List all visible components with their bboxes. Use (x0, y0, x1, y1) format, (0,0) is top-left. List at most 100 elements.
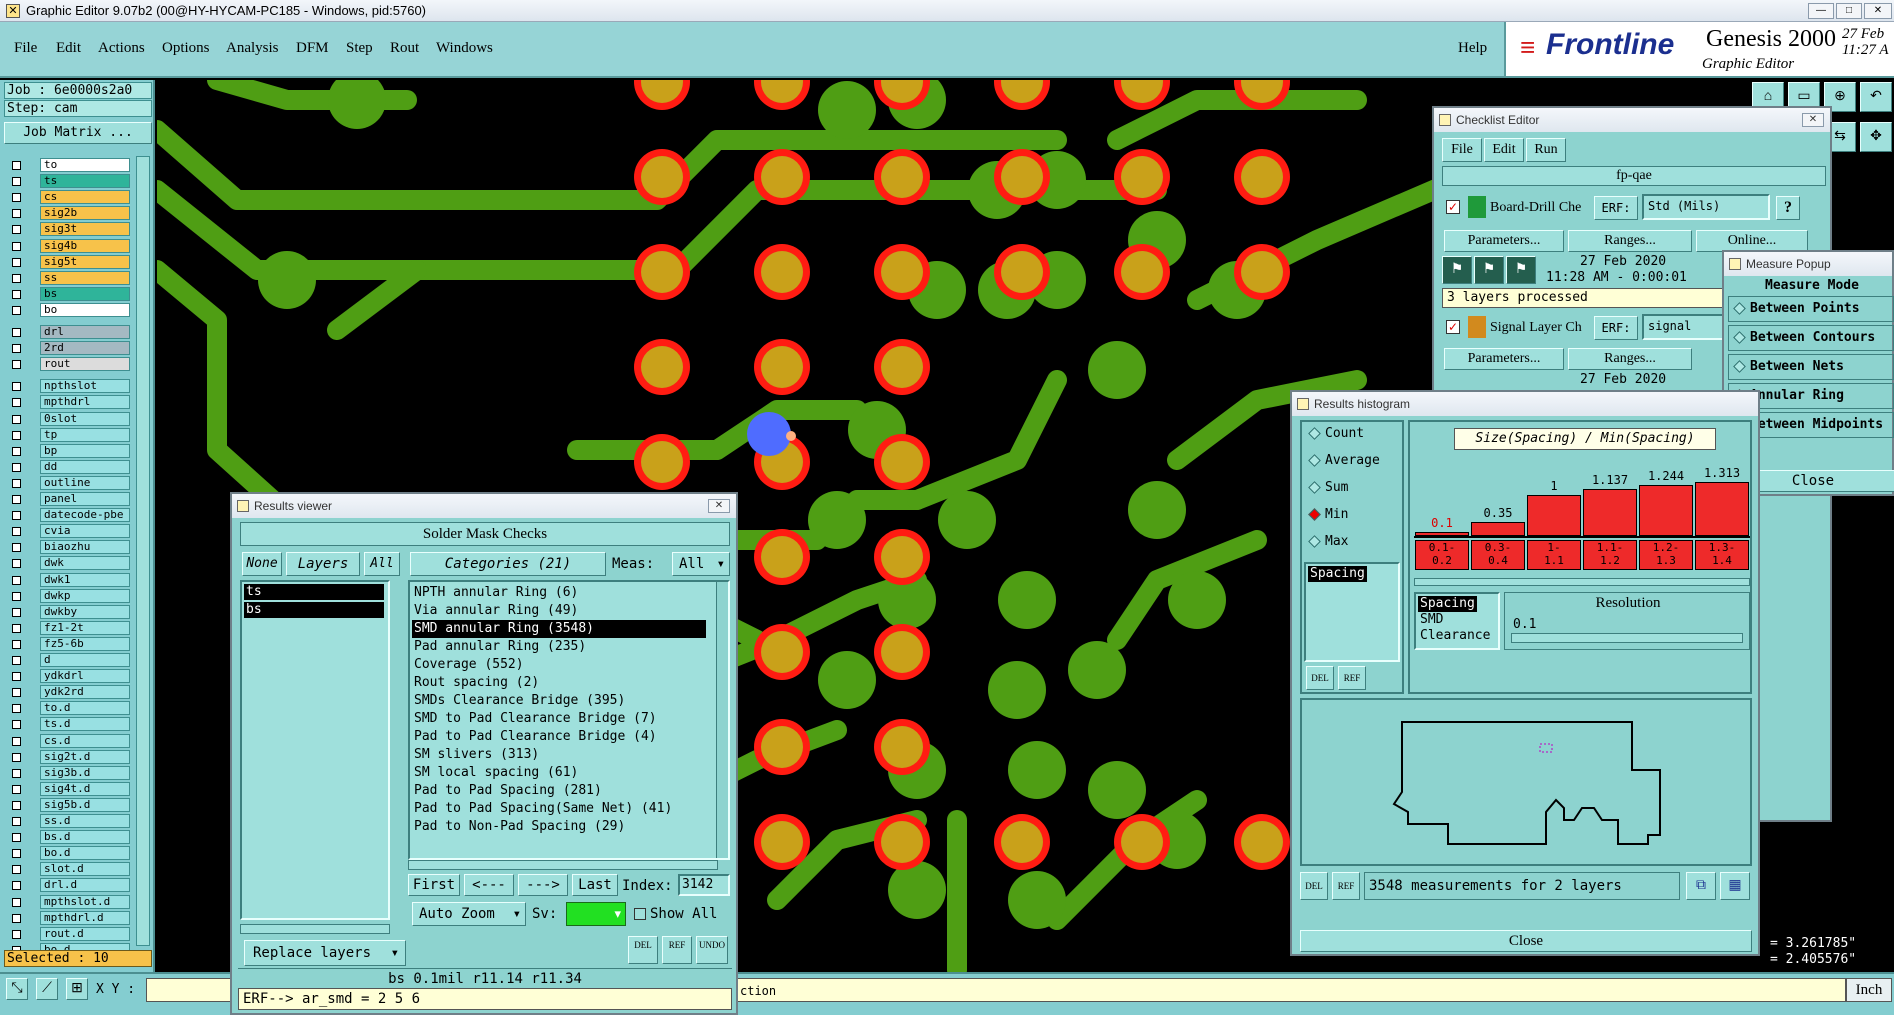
layers-button[interactable]: Layers (286, 552, 360, 576)
layer-checkbox[interactable] (12, 161, 21, 170)
layer-checkbox[interactable] (12, 752, 21, 762)
layer-row[interactable]: ss (8, 270, 130, 285)
layer-checkbox[interactable] (12, 591, 21, 601)
pad[interactable] (1121, 821, 1163, 863)
menu-step[interactable]: Step (346, 40, 373, 57)
pad[interactable] (1241, 251, 1283, 293)
layer-row[interactable]: outline (8, 475, 130, 490)
layer-row[interactable]: d (8, 653, 130, 667)
histogram-mode-radio[interactable]: Min (1308, 507, 1348, 522)
layer-row[interactable]: mpthslot.d (8, 894, 130, 909)
menu-dfm[interactable]: DFM (296, 40, 329, 57)
layer-row[interactable]: bo (8, 302, 130, 317)
layer-checkbox[interactable] (12, 344, 21, 354)
del-button[interactable]: DEL (1300, 872, 1328, 900)
pad[interactable] (1001, 156, 1043, 198)
layer-checkbox[interactable] (12, 865, 21, 875)
layer-checkbox[interactable] (12, 382, 21, 392)
layer-checkbox[interactable] (12, 768, 21, 778)
pad[interactable] (641, 441, 683, 483)
layer-row[interactable]: npthslot (8, 379, 130, 394)
category-item[interactable]: Via annular Ring (49) (412, 602, 580, 620)
pad[interactable] (881, 346, 923, 388)
layer-row[interactable]: cs (8, 190, 130, 205)
layer-row[interactable]: rout.d (8, 926, 130, 941)
menu-analysis[interactable]: Analysis (226, 40, 279, 57)
field-type-item[interactable]: Clearance (1418, 628, 1492, 644)
prev-button[interactable]: <--- (464, 874, 514, 896)
maximize-button[interactable]: □ (1836, 3, 1862, 19)
layer-row[interactable]: bp (8, 443, 130, 458)
layer-row[interactable]: to (8, 158, 130, 172)
layer-row[interactable]: fz5-6b (8, 636, 130, 651)
job-matrix-button[interactable]: Job Matrix ... (4, 122, 152, 144)
pad[interactable] (881, 251, 923, 293)
pad[interactable] (881, 156, 923, 198)
histogram-mode-radio[interactable]: Sum (1308, 480, 1348, 495)
category-item[interactable]: SM slivers (313) (412, 746, 541, 764)
menu-rout[interactable]: Rout (390, 40, 419, 57)
next-button[interactable]: ---> (518, 874, 568, 896)
chart-icon[interactable]: ▦ (1720, 872, 1750, 900)
item-checkbox[interactable]: ✓ (1446, 320, 1460, 334)
field-list-item[interactable]: Spacing (1308, 566, 1367, 582)
layer-checkbox[interactable] (12, 257, 21, 267)
category-item[interactable]: Rout spacing (2) (412, 674, 541, 692)
pad[interactable] (881, 631, 923, 673)
field-type-item[interactable]: Spacing (1418, 596, 1477, 612)
layer-checkbox[interactable] (12, 784, 21, 794)
layer-row[interactable]: cvia (8, 524, 130, 539)
layer-row[interactable]: tp (8, 427, 130, 442)
checklist-menu-edit[interactable]: Edit (1484, 138, 1524, 162)
layer-checkbox[interactable] (12, 800, 21, 810)
pad[interactable] (881, 536, 923, 578)
layer-hscrollbar[interactable] (240, 924, 390, 934)
layer-row[interactable]: sig4t.d (8, 781, 130, 796)
parameters-button[interactable]: Parameters... (1444, 348, 1564, 370)
field-type-item[interactable]: SMD (1418, 612, 1445, 628)
pad[interactable] (881, 441, 923, 483)
layer-checkbox[interactable] (12, 478, 21, 488)
layer-row[interactable]: sig2t.d (8, 749, 130, 764)
layer-row[interactable]: sig5b.d (8, 797, 130, 812)
layer-checkbox[interactable] (12, 704, 21, 714)
viewer-ref-button[interactable]: REF (662, 936, 692, 964)
layer-checkbox[interactable] (12, 398, 21, 408)
layer-row[interactable]: ts (8, 174, 130, 189)
menu-options[interactable]: Options (162, 40, 210, 57)
layer-checkbox[interactable] (12, 639, 21, 649)
pad[interactable] (761, 631, 803, 673)
last-button[interactable]: Last (572, 874, 618, 896)
pan-icon[interactable]: ✥ (1860, 122, 1892, 152)
layer-checkbox[interactable] (12, 209, 21, 219)
categories-button[interactable]: Categories (21) (410, 552, 606, 576)
layer-checkbox[interactable] (12, 328, 21, 337)
export-icon[interactable]: ⧉ (1686, 872, 1716, 900)
pad[interactable] (1001, 821, 1043, 863)
pad[interactable] (1241, 821, 1283, 863)
category-item[interactable]: Pad to Pad Clearance Bridge (4) (412, 728, 659, 746)
category-item[interactable]: SMD annular Ring (3548) (412, 620, 706, 638)
layer-row[interactable]: dwk1 (8, 572, 130, 587)
highlighted-pad[interactable] (747, 412, 791, 456)
ranges-button[interactable]: Ranges... (1568, 230, 1692, 252)
histogram-mode-radio[interactable]: Average (1308, 453, 1380, 468)
layer-row[interactable]: sig4b (8, 238, 130, 253)
histogram-mode-radio[interactable]: Count (1308, 426, 1364, 441)
category-item[interactable]: NPTH annular Ring (6) (412, 584, 580, 602)
layer-row[interactable]: to.d (8, 701, 130, 716)
menu-help[interactable]: Help (1458, 40, 1487, 57)
pad[interactable] (1001, 251, 1043, 293)
category-item[interactable]: SMDs Clearance Bridge (395) (412, 692, 627, 710)
layer-checkbox[interactable] (12, 446, 21, 456)
pad[interactable] (1241, 156, 1283, 198)
layer-checkbox[interactable] (12, 241, 21, 251)
show-all-checkbox[interactable] (634, 908, 646, 920)
layer-checkbox[interactable] (12, 177, 21, 187)
viewer-close-icon[interactable]: ✕ (708, 499, 730, 513)
layer-row[interactable]: ydkdrl (8, 669, 130, 684)
measure-mode-option[interactable]: Between Nets (1728, 354, 1894, 380)
pad[interactable] (641, 156, 683, 198)
layer-row[interactable]: 2rd (8, 341, 130, 356)
none-button[interactable]: None (242, 552, 282, 576)
